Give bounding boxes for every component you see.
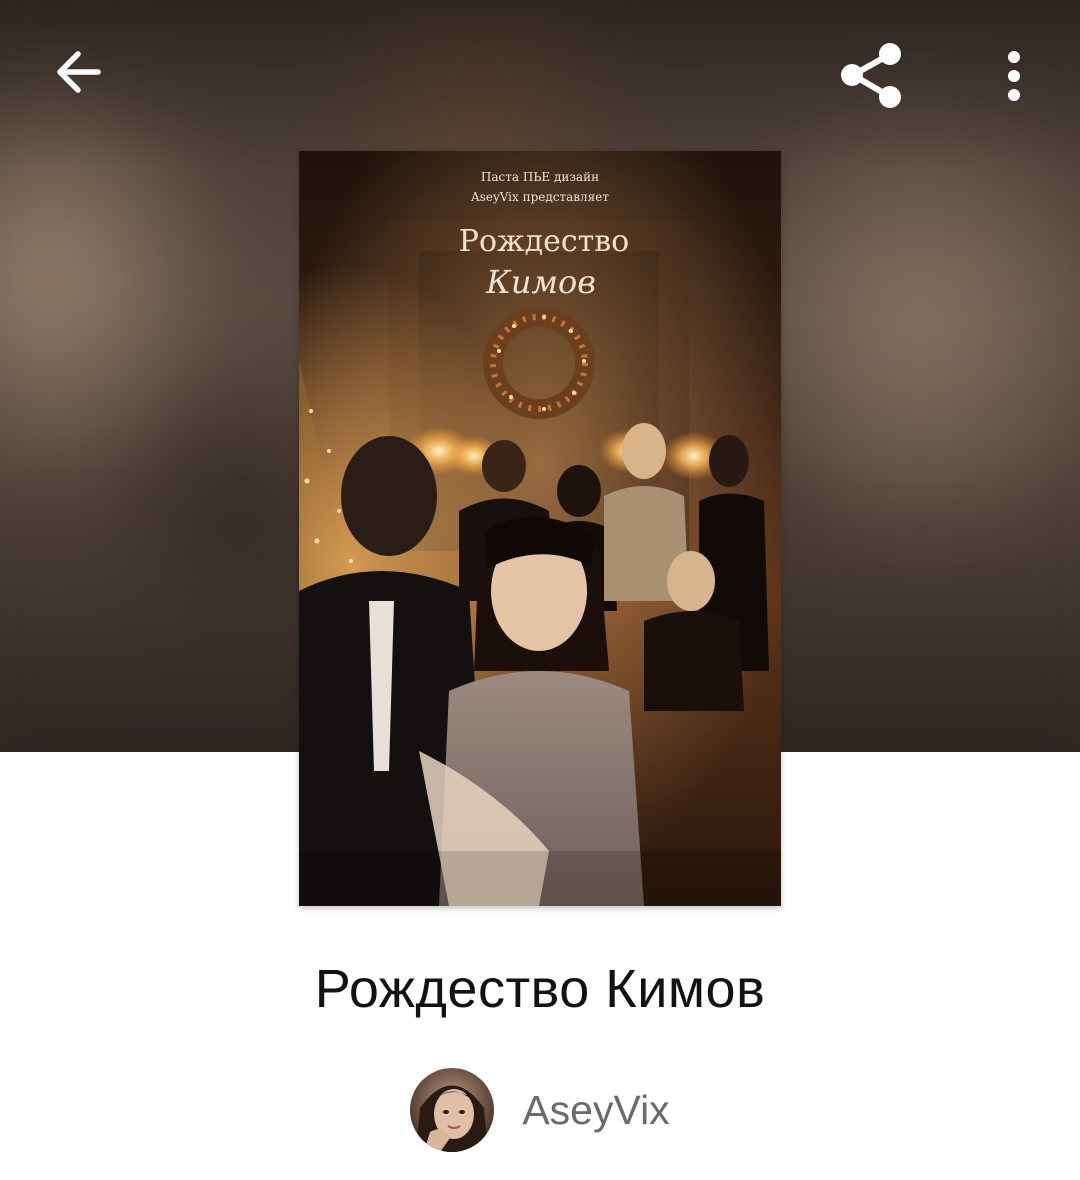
cover-title-1: Рождество [459,224,629,259]
cover-tagline-2: AseyVix представляет [470,190,609,204]
story-details-screen: Паста ПЬЕ дизайн AseyVix представляет Ро… [0,0,1080,1180]
cover-title-2: Кимов [485,263,596,301]
back-button[interactable] [36,30,120,114]
author-avatar[interactable] [410,1068,495,1152]
story-title: Рождество Кимов [314,959,766,1019]
share-button[interactable] [826,30,916,120]
author-row[interactable]: AseyVix [0,1068,1080,1152]
cover-tagline-1: Паста ПЬЕ дизайн [481,170,599,184]
author-name[interactable]: AseyVix [522,1087,669,1134]
more-options-button[interactable] [984,38,1044,114]
avatar-photo-icon [410,1068,495,1152]
arrow-left-icon [57,51,101,93]
share-icon [841,43,901,108]
more-vertical-icon [1008,51,1020,101]
story-cover[interactable]: Паста ПЬЕ дизайн AseyVix представляет Ро… [299,151,781,906]
